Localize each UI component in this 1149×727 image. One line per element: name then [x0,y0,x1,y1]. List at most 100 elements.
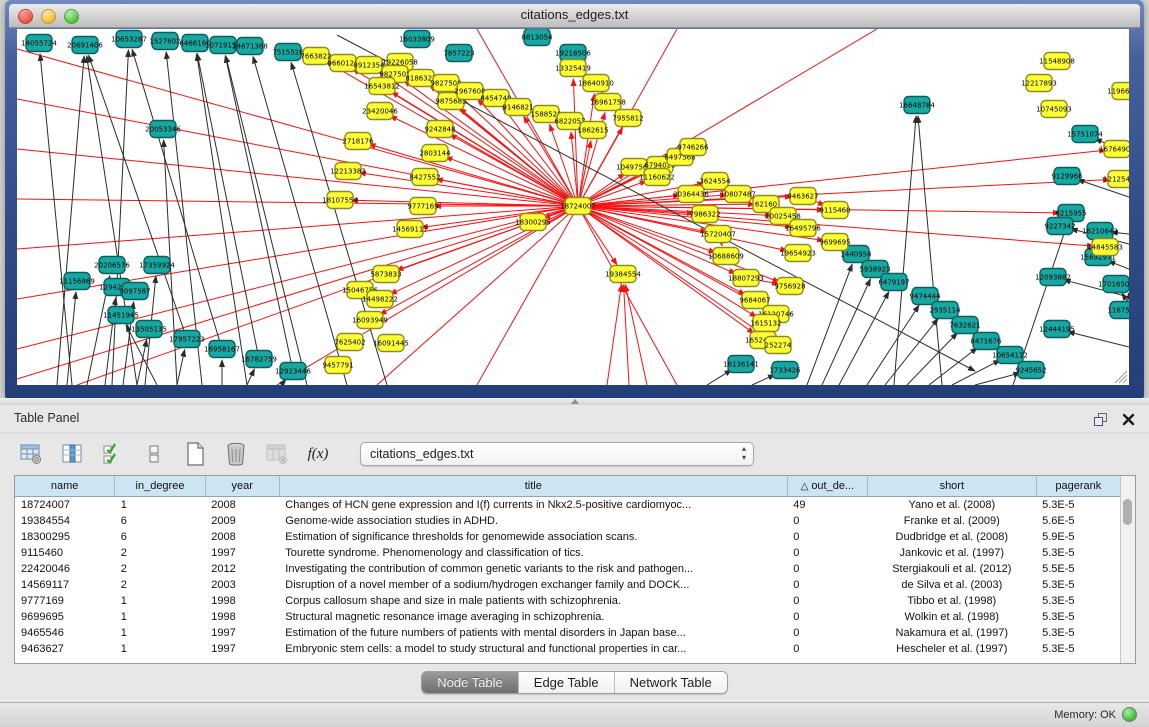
graph-edge[interactable] [132,50,222,349]
graph-node[interactable]: 9746266 [677,139,709,156]
graph-node[interactable]: 10653287 [111,31,147,48]
graph-node[interactable]: 7955812 [612,110,643,127]
graph-node[interactable]: 17359924 [139,257,175,274]
float-panel-button[interactable] [1091,410,1109,428]
graph-node[interactable]: 1527602 [149,33,180,50]
graph-node[interactable]: 2718176 [342,133,374,150]
graph-node[interactable]: 9242848 [424,121,455,138]
graph-edge[interactable] [1128,297,1129,300]
graph-node[interactable]: 12444195 [1039,321,1075,338]
column-header-out_degree[interactable]: △out_de... [787,476,867,497]
window-titlebar[interactable]: citations_edges.txt [9,4,1140,28]
graph-node[interactable]: 10688609 [708,248,744,265]
create-column-button[interactable] [182,441,208,467]
tab-network-table[interactable]: Network Table [615,672,727,693]
graph-edge[interactable] [177,350,185,385]
table-row[interactable]: 1830029562008Estimation of significance … [15,529,1121,545]
graph-node[interactable]: 8471676 [970,333,1002,350]
graph-edge[interactable] [445,157,578,206]
graph-node[interactable]: 8427552 [409,169,440,186]
graph-node[interactable]: 1615132 [750,315,781,332]
graph-node[interactable]: 1862615 [577,122,608,139]
graph-node[interactable]: 9097587 [119,283,150,300]
graph-edge[interactable] [247,369,254,385]
tab-edge-table[interactable]: Edge Table [519,672,615,693]
graph-node[interactable]: 16648784 [899,97,935,114]
graph-node[interactable]: 17957223 [169,331,205,348]
graph-node[interactable]: 20364436 [673,186,709,203]
graph-node[interactable]: 12213383 [330,163,366,180]
graph-node[interactable]: 16033809 [399,31,435,48]
graph-edge[interactable] [929,348,977,385]
delete-table-button[interactable] [264,441,290,467]
graph-node[interactable]: 16136141 [723,356,759,373]
panel-splitter[interactable] [0,398,1149,405]
graph-edge[interactable] [17,206,578,379]
graph-node[interactable]: 15751074 [1067,126,1103,143]
graph-node[interactable]: 8813054 [521,29,553,46]
graph-node[interactable]: 19654923 [780,245,816,262]
show-columns-button[interactable] [59,441,85,467]
graph-edge[interactable] [573,79,578,206]
table-row[interactable]: 977716911998Corpus callosum shape and si… [15,593,1121,609]
function-builder-button[interactable]: f(x) [305,441,331,467]
graph-node[interactable]: 9777169 [407,198,438,215]
table-row[interactable]: 946554611997Estimation of the future num… [15,625,1121,641]
graph-edge[interactable] [822,279,870,385]
graph-edge[interactable] [40,54,72,385]
close-panel-button[interactable] [1119,410,1137,428]
column-header-short[interactable]: short [867,476,1036,497]
row-options-button[interactable] [141,441,167,467]
tab-node-table[interactable]: Node Table [422,672,519,693]
graph-edge[interactable] [396,206,578,270]
graph-node[interactable]: 13325419 [555,60,591,77]
graph-node[interactable]: 23420046 [362,103,398,120]
graph-node[interactable]: 16961758 [590,94,626,111]
graph-node[interactable]: 14498222 [362,291,398,308]
graph-node[interactable]: 7625402 [334,334,365,351]
graph-node[interactable]: 16764908 [1099,141,1129,158]
graph-node[interactable]: 16210643 [1082,223,1118,240]
column-header-pagerank[interactable]: pagerank [1036,476,1120,497]
graph-node[interactable]: 19384554 [605,266,641,283]
graph-node[interactable]: 17016504 [1098,276,1129,293]
graph-edge[interactable] [894,116,916,385]
network-canvas[interactable]: 1872400714055724206914061065328715276026… [17,29,1129,385]
graph-edge[interactable] [578,94,594,206]
graph-edge[interactable] [952,360,1000,385]
graph-node[interactable]: 252274 [765,337,792,354]
graph-node[interactable]: 9756928 [774,278,805,295]
graph-node[interactable]: 7857223 [443,45,474,62]
delete-columns-button[interactable] [223,441,249,467]
resize-grip[interactable] [1115,371,1127,383]
graph-node[interactable]: 20053346 [145,121,181,138]
graph-node[interactable]: 9457791 [322,357,353,374]
graph-node[interactable]: 10807487 [720,186,756,203]
graph-edge[interactable] [707,370,732,385]
graph-edge[interactable] [918,116,942,385]
graph-node[interactable]: 9245652 [1015,362,1046,379]
graph-node[interactable]: 16958167 [204,341,240,358]
graph-node[interactable]: 9463627 [787,188,818,205]
graph-node[interactable]: 14671368 [232,38,268,55]
table-row[interactable]: 969969511998Structural magnetic resonanc… [15,609,1121,625]
graph-node[interactable]: 16543812 [364,78,400,95]
graph-node[interactable]: 16782759 [241,351,277,368]
graph-node[interactable]: 5873833 [370,266,401,283]
graph-node[interactable]: 16093949 [352,312,388,329]
graph-node[interactable]: 18724007 [560,198,596,215]
table-row[interactable]: 911546021997Tourette syndrome. Phenomeno… [15,545,1121,561]
graph-node[interactable]: 14569117 [392,221,428,238]
graph-node[interactable]: 13505135 [131,321,167,338]
column-header-in_degree[interactable]: in_degree [115,476,205,497]
graph-node[interactable]: 12217893 [1021,75,1057,92]
graph-node[interactable]: 14055724 [21,35,57,52]
graph-node[interactable]: 15720407 [700,226,736,243]
graph-node[interactable]: 11451945 [103,307,139,324]
graph-edge[interactable] [17,199,578,206]
graph-node[interactable]: 10745093 [1036,101,1072,118]
graph-node[interactable]: 11966452 [1107,83,1129,100]
graph-node[interactable]: 12093882 [1035,269,1071,286]
graph-edge[interactable] [226,56,307,385]
graph-node[interactable]: 20206576 [94,257,130,274]
